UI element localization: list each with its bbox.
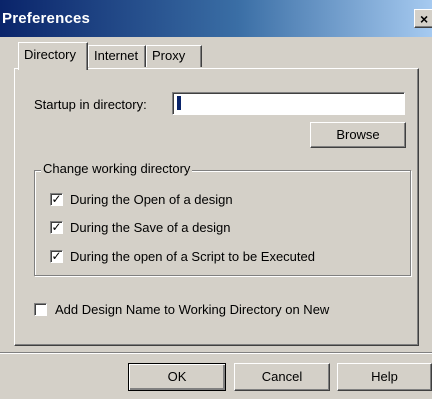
save-design-label: During the Save of a design [70, 220, 231, 235]
tab-internet[interactable]: Internet [88, 45, 146, 67]
window-title: Preferences [2, 10, 91, 27]
startup-directory-input[interactable] [172, 92, 405, 115]
text-caret [177, 96, 181, 110]
ok-button-label: OK [167, 369, 187, 384]
title-bar[interactable]: Preferences [0, 0, 432, 37]
change-working-directory-legend: Change working directory [41, 161, 193, 176]
browse-button-label: Browse [336, 127, 380, 142]
help-button-label: Help [371, 369, 398, 384]
cancel-button-label: Cancel [261, 369, 303, 384]
close-icon: × [420, 11, 429, 27]
ok-button[interactable]: OK [128, 363, 226, 391]
footer-separator [0, 352, 432, 354]
check-icon: ✓ [51, 249, 62, 263]
open-design-label: During the Open of a design [70, 192, 233, 207]
close-button[interactable]: × [414, 9, 432, 28]
tab-internet-label: Internet [94, 48, 139, 63]
tab-directory[interactable]: Directory [18, 42, 88, 70]
checkbox-open-design[interactable]: ✓ [50, 193, 63, 206]
startup-directory-label: Startup in directory: [34, 97, 147, 112]
help-button[interactable]: Help [337, 363, 432, 391]
browse-button[interactable]: Browse [310, 122, 406, 148]
open-script-label: During the open of a Script to be Execut… [70, 249, 315, 264]
check-icon: ✓ [51, 220, 62, 234]
checkbox-save-design[interactable]: ✓ [50, 221, 63, 234]
checkbox-add-design-name[interactable] [34, 303, 47, 316]
tab-proxy[interactable]: Proxy [146, 45, 202, 67]
check-icon: ✓ [51, 192, 62, 206]
add-design-name-label: Add Design Name to Working Directory on … [55, 302, 330, 317]
cancel-button[interactable]: Cancel [234, 363, 330, 391]
checkbox-open-script[interactable]: ✓ [50, 250, 63, 263]
tab-proxy-label: Proxy [152, 48, 186, 63]
tab-directory-label: Directory [24, 47, 77, 62]
